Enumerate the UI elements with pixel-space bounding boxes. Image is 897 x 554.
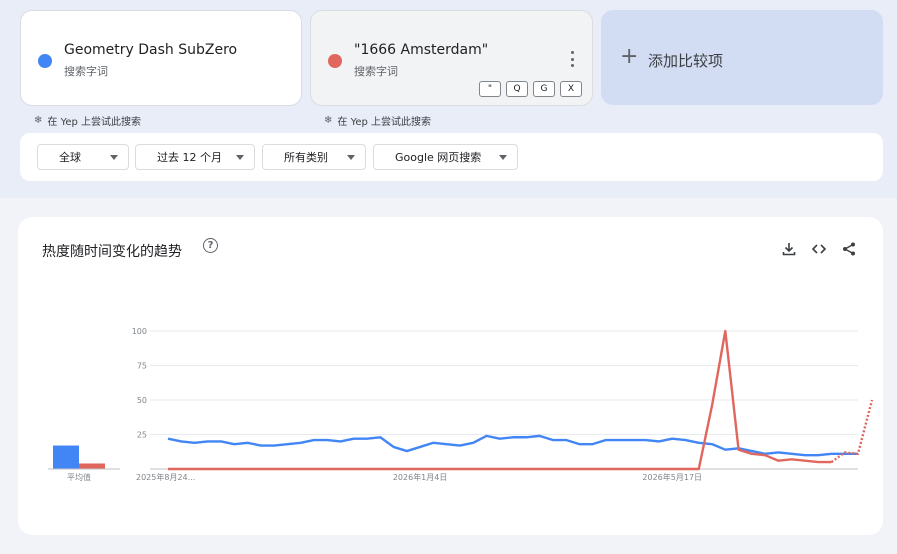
time-range-filter[interactable]: 过去 12 个月 — [135, 144, 255, 170]
term-2-color-dot — [328, 54, 342, 68]
chevron-down-icon — [499, 154, 507, 160]
interest-over-time-card: 热度随时间变化的趋势 ? 100 75 50 25 2025年8月24... 2026年1… — [18, 217, 883, 535]
average-label: 平均值 — [67, 472, 91, 482]
chevron-down-icon — [110, 154, 118, 160]
x-tick-label: 2026年1月4日 — [393, 472, 448, 482]
term-2-name[interactable]: "1666 Amsterdam" — [354, 42, 488, 58]
q-chip[interactable]: Q — [506, 81, 528, 97]
average-bar-1 — [53, 445, 79, 469]
term-2-type: 搜索字词 — [354, 65, 398, 78]
plus-icon: + — [620, 44, 639, 69]
series-line-1 — [167, 434, 858, 457]
y-tick-label: 50 — [137, 396, 147, 405]
average-bar-2 — [79, 463, 105, 469]
search-type-filter[interactable]: Google 网页搜索 — [373, 144, 518, 170]
y-tick-label: 25 — [137, 431, 147, 440]
yep-search-link-2[interactable]: ❄ 在 Yep 上尝试此搜索 — [324, 113, 431, 128]
trend-chart: 100 75 50 25 2025年8月24... 2026年1月4日 2026年5月17日… — [48, 327, 874, 482]
y-tick-label: 75 — [137, 362, 147, 371]
category-filter[interactable]: 所有类别 — [262, 144, 366, 170]
sparkle-icon: ❄ — [34, 115, 43, 126]
chevron-down-icon — [236, 154, 244, 160]
search-term-card-1[interactable]: Geometry Dash SubZero 搜索字词 — [20, 10, 302, 106]
time-range-filter-label: 过去 12 个月 — [157, 151, 222, 164]
term-1-name[interactable]: Geometry Dash SubZero — [64, 42, 237, 58]
search-term-card-2[interactable]: "1666 Amsterdam" 搜索字词 " Q G X — [310, 10, 593, 106]
yep-search-link-1[interactable]: ❄ 在 Yep 上尝试此搜索 — [34, 113, 141, 128]
y-tick-label: 100 — [132, 327, 147, 336]
yep-search-text: 在 Yep 上尝试此搜索 — [47, 117, 142, 128]
x-tick-label: 2025年8月24... — [136, 472, 195, 482]
quote-chip[interactable]: " — [479, 81, 501, 97]
add-comparison-button[interactable]: + 添加比较项 — [601, 10, 883, 105]
term-1-type: 搜索字词 — [64, 65, 108, 78]
sparkle-icon: ❄ — [324, 115, 333, 126]
region-filter-label: 全球 — [59, 151, 81, 164]
x-chip[interactable]: X — [560, 81, 582, 97]
g-chip[interactable]: G — [533, 81, 555, 97]
x-tick-label: 2026年5月17日 — [642, 472, 702, 482]
more-options-icon[interactable] — [566, 51, 578, 67]
term-1-color-dot — [38, 54, 52, 68]
filter-bar: 全球 过去 12 个月 所有类别 Google 网页搜索 — [20, 133, 883, 181]
region-filter[interactable]: 全球 — [37, 144, 129, 170]
chevron-down-icon — [347, 154, 355, 160]
category-filter-label: 所有类别 — [284, 151, 328, 164]
term-2-operator-chips: " Q G X — [479, 81, 582, 97]
yep-search-text: 在 Yep 上尝试此搜索 — [337, 117, 432, 128]
search-type-filter-label: Google 网页搜索 — [395, 151, 482, 164]
add-comparison-label: 添加比较项 — [648, 52, 724, 70]
